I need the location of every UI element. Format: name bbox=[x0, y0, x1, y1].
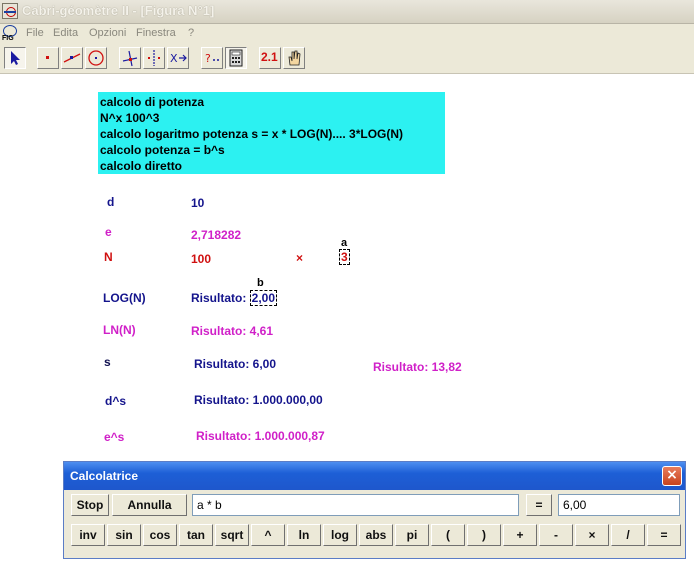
log-result-value[interactable]: 2,00 bbox=[249, 290, 278, 306]
toolbar: X ? 2.1 bbox=[0, 44, 694, 74]
macro-icon: X bbox=[170, 52, 187, 65]
result-field[interactable]: 6,00 bbox=[558, 494, 680, 516]
cabri-app-icon[interactable] bbox=[2, 3, 18, 19]
key-inv[interactable]: inv bbox=[71, 524, 105, 546]
n-label[interactable]: N bbox=[104, 250, 113, 264]
key-open-paren[interactable]: ( bbox=[431, 524, 465, 546]
key-sqrt[interactable]: sqrt bbox=[215, 524, 249, 546]
key-close-paren[interactable]: ) bbox=[467, 524, 501, 546]
circle-icon bbox=[88, 50, 104, 66]
key-multiply[interactable]: × bbox=[575, 524, 609, 546]
menu-edita[interactable]: Edita bbox=[53, 27, 78, 39]
display-tool-button[interactable]: 2.1 bbox=[259, 47, 281, 69]
circle-tool-button[interactable] bbox=[85, 47, 107, 69]
d-power-s-label[interactable]: d^s bbox=[105, 394, 126, 408]
x-exponent-value[interactable]: 3 bbox=[339, 249, 350, 265]
log-label[interactable]: LOG(N) bbox=[103, 291, 146, 305]
point-tool-button[interactable] bbox=[37, 47, 59, 69]
info-text-box[interactable]: calcolo di potenza N^x 100^3 calcolo log… bbox=[98, 92, 445, 174]
s-result[interactable]: Risultato: 6,00 bbox=[194, 357, 276, 371]
menu-opzioni[interactable]: Opzioni bbox=[89, 27, 126, 39]
stop-button[interactable]: Stop bbox=[71, 494, 109, 516]
info-line-4: calcolo potenza = b^s bbox=[100, 143, 225, 157]
pointer-arrow-icon bbox=[11, 51, 20, 65]
symmetry-icon bbox=[148, 50, 160, 66]
times-symbol: × bbox=[296, 251, 304, 265]
e-value[interactable]: 2,718282 bbox=[191, 228, 241, 242]
line-icon bbox=[63, 53, 81, 63]
b-label: b bbox=[257, 277, 264, 289]
d-label[interactable]: d bbox=[107, 195, 114, 209]
key-power[interactable]: ^ bbox=[251, 524, 285, 546]
calculator-window: Calcolatrice × Stop Annulla a * b = 6,00… bbox=[63, 461, 686, 559]
key-ln[interactable]: ln bbox=[287, 524, 321, 546]
calculator-icon bbox=[229, 49, 243, 67]
e-power-s-label[interactable]: e^s bbox=[104, 430, 124, 444]
key-abs[interactable]: abs bbox=[359, 524, 393, 546]
key-sin[interactable]: sin bbox=[107, 524, 141, 546]
macro-tool-button[interactable]: X bbox=[167, 47, 189, 69]
annulla-button[interactable]: Annulla bbox=[112, 494, 187, 516]
title-bar: Cabri-géomètre II - [Figura N°1] bbox=[0, 0, 694, 24]
info-line-5: calcolo diretto bbox=[100, 159, 183, 173]
key-tan[interactable]: tan bbox=[179, 524, 213, 546]
d-value[interactable]: 10 bbox=[191, 196, 204, 210]
info-line-1: calcolo di potenza bbox=[100, 95, 205, 109]
menu-file[interactable]: File bbox=[26, 27, 44, 39]
svg-text:X: X bbox=[170, 52, 178, 65]
check-property-button[interactable]: ? bbox=[201, 47, 223, 69]
perpendicular-icon bbox=[122, 50, 138, 67]
draw-tool-button[interactable] bbox=[283, 47, 305, 69]
key-divide[interactable]: / bbox=[611, 524, 645, 546]
document-icon[interactable]: FIG bbox=[2, 25, 20, 43]
n-value[interactable]: 100 bbox=[191, 252, 211, 266]
menu-finestra[interactable]: Finestra bbox=[136, 27, 176, 39]
menu-help[interactable]: ? bbox=[188, 27, 194, 39]
key-pi[interactable]: pi bbox=[395, 524, 429, 546]
key-cos[interactable]: cos bbox=[143, 524, 177, 546]
calculator-title: Calcolatrice bbox=[70, 469, 139, 483]
expression-field[interactable]: a * b bbox=[192, 494, 519, 516]
key-minus[interactable]: - bbox=[539, 524, 573, 546]
svg-text:?: ? bbox=[205, 52, 211, 65]
equals-button-top[interactable]: = bbox=[526, 494, 552, 516]
d-power-s-result[interactable]: Risultato: 1.000.000,00 bbox=[194, 393, 323, 407]
e-label[interactable]: e bbox=[105, 225, 112, 239]
e-power-s-result[interactable]: Risultato: 1.000.000,87 bbox=[196, 429, 325, 443]
hand-icon bbox=[288, 50, 301, 66]
key-log[interactable]: log bbox=[323, 524, 357, 546]
s-label[interactable]: s bbox=[104, 355, 111, 369]
key-plus[interactable]: + bbox=[503, 524, 537, 546]
log-result-prefix: Risultato: bbox=[191, 291, 250, 305]
numeric-edit-label: 2.1 bbox=[261, 50, 278, 64]
ln-label[interactable]: LN(N) bbox=[103, 323, 136, 337]
point-icon bbox=[46, 56, 49, 59]
ln-power-result[interactable]: Risultato: 13,82 bbox=[373, 360, 462, 374]
construct-tool-button[interactable] bbox=[119, 47, 141, 69]
line-tool-button[interactable] bbox=[61, 47, 83, 69]
log-result[interactable]: Risultato: 2,00 bbox=[191, 290, 278, 306]
info-line-2: N^x 100^3 bbox=[100, 111, 160, 125]
calculator-tool-button[interactable] bbox=[225, 47, 247, 69]
property-icon: ? bbox=[205, 52, 219, 65]
calculator-title-bar[interactable]: Calcolatrice × bbox=[64, 462, 685, 490]
key-equals[interactable]: = bbox=[647, 524, 681, 546]
info-line-3: calcolo logaritmo potenza s = x * LOG(N)… bbox=[100, 127, 404, 141]
ln-result[interactable]: Risultato: 4,61 bbox=[191, 324, 273, 338]
a-label: a bbox=[341, 237, 348, 249]
close-button[interactable]: × bbox=[662, 466, 682, 486]
transform-tool-button[interactable] bbox=[143, 47, 165, 69]
pointer-tool-button[interactable] bbox=[4, 47, 26, 69]
window-title: Cabri-géomètre II - [Figura N°1] bbox=[22, 3, 215, 18]
menu-bar: FIG File Edita Opzioni Finestra ? bbox=[0, 24, 694, 44]
